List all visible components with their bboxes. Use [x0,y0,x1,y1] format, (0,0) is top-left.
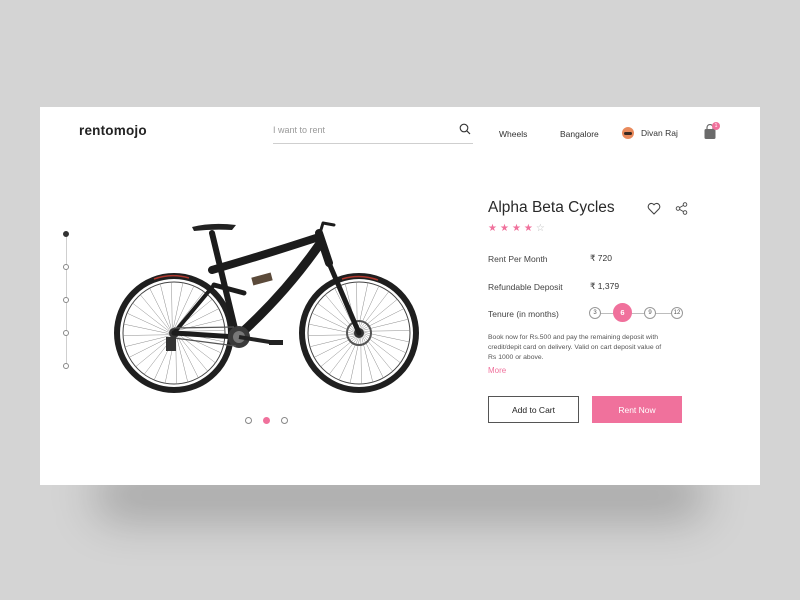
cart-button[interactable]: 1 [703,122,720,140]
thumbnail-dot[interactable] [63,264,69,270]
logo[interactable]: rentomojo [79,123,147,138]
carousel-dot[interactable] [263,417,270,424]
rent-per-month-label: Rent Per Month [488,254,548,264]
cart-count-badge: 1 [712,122,720,130]
user-menu[interactable]: Divan Raj [622,125,678,141]
search-bar [273,119,473,144]
carousel-dot[interactable] [281,417,288,424]
star-rating: ★ ★ ★ ★ ☆ [488,223,545,235]
tenure-selector: 3 6 9 12 [589,303,685,323]
user-name: Divan Raj [641,128,678,138]
star-icon: ☆ [535,223,545,234]
carousel-dot[interactable] [245,417,252,424]
image-carousel-dots [245,417,288,425]
thumbnail-dot[interactable] [63,330,69,336]
booking-note: Book now for Rs.500 and pay the remainin… [488,334,662,361]
more-link[interactable]: More [488,366,506,375]
tenure-track [595,313,679,314]
thumbnail-slider [63,231,69,369]
heart-icon[interactable] [647,202,661,215]
product-page: rentomojo Wheels Bangalore Divan Raj 1 [40,107,760,485]
thumbnail-dot[interactable] [63,231,69,237]
tenure-option[interactable]: 6 [613,303,632,322]
avatar [622,127,634,139]
search-icon[interactable] [459,123,471,135]
star-icon: ★ [499,223,509,234]
bicycle-image [114,221,419,393]
product-title: Alpha Beta Cycles [488,199,615,216]
add-to-cart-button[interactable]: Add to Cart [488,396,579,423]
star-icon: ★ [523,223,533,234]
thumbnail-dot[interactable] [63,297,69,303]
star-icon: ★ [488,223,497,234]
search-input[interactable] [273,122,448,138]
tenure-option[interactable]: 3 [589,307,601,319]
star-icon: ★ [511,223,521,234]
deposit-label: Refundable Deposit [488,282,563,292]
tenure-option[interactable]: 9 [644,307,656,319]
share-icon[interactable] [675,202,688,215]
rent-per-month-value: ₹ 720 [590,253,612,263]
tenure-label: Tenure (in months) [488,309,559,319]
nav-city[interactable]: Bangalore [560,129,599,139]
thumbnail-dot[interactable] [63,363,69,369]
rent-now-button[interactable]: Rent Now [592,396,682,423]
nav-category[interactable]: Wheels [499,129,527,139]
tenure-option[interactable]: 12 [671,307,683,319]
deposit-value: ₹ 1,379 [590,281,620,291]
